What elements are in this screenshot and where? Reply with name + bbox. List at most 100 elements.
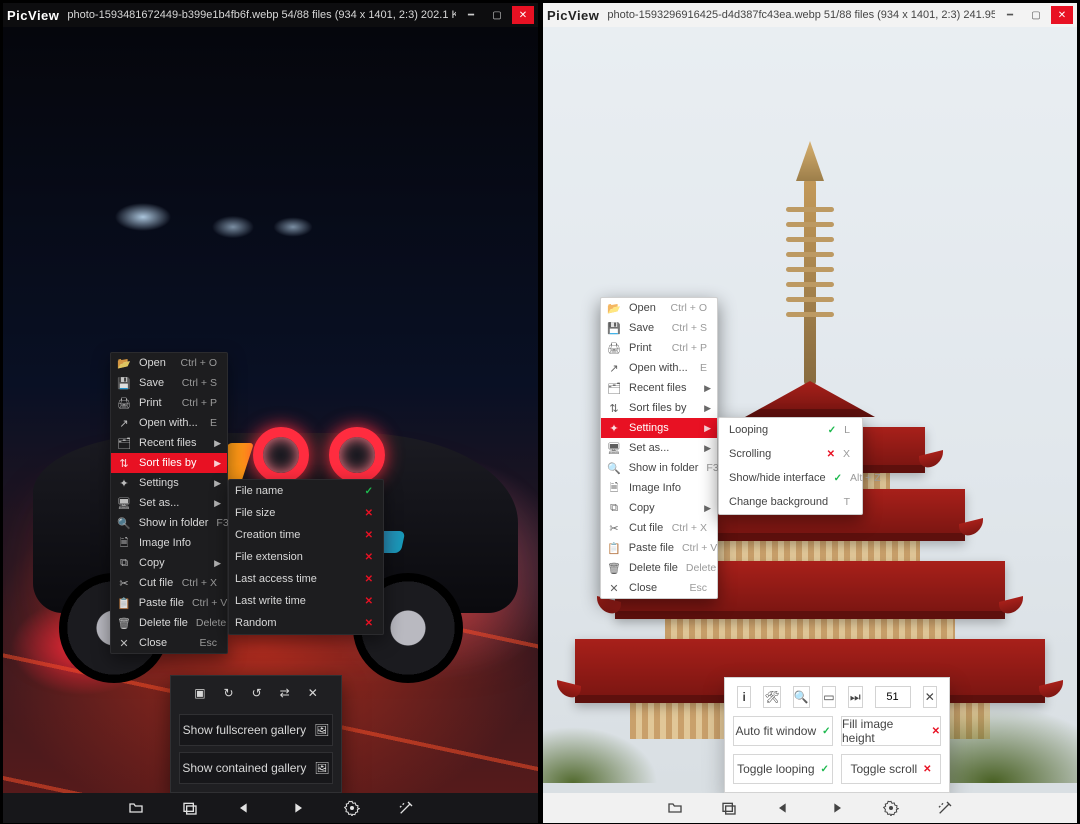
menu-item-recent-files[interactable]: 🗂Recent files▶ <box>111 433 227 453</box>
titlebar: PicView photo-1593481672449-b399e1b4fb6f… <box>3 3 538 27</box>
search-icon[interactable]: 🔍 <box>793 686 810 708</box>
submenu-item-scrolling[interactable]: Scrolling✕X <box>719 442 862 466</box>
show-contained-gallery-button[interactable]: Show contained gallery 🖼 <box>179 752 333 784</box>
submenu-item-file-extension[interactable]: File extension✕ <box>229 546 383 568</box>
goto-last-icon[interactable]: ⏭ <box>848 686 862 708</box>
close-icon: ✕ <box>607 582 621 595</box>
open-folder-button[interactable] <box>122 794 150 822</box>
menu-item-delete-file[interactable]: 🗑Delete fileDelete <box>601 558 717 578</box>
menu-item-sort-files-by[interactable]: ⇅Sort files by▶ <box>601 398 717 418</box>
submenu-item-creation-time[interactable]: Creation time✕ <box>229 524 383 546</box>
slideshow-icon[interactable]: ▭ <box>822 686 836 708</box>
prev-button[interactable] <box>230 794 258 822</box>
chevron-right-icon: ▶ <box>214 558 221 569</box>
swap-icon[interactable]: ⇄ <box>280 686 290 700</box>
fill-image-height-button[interactable]: Fill image height✕ <box>841 716 941 746</box>
menu-item-save[interactable]: 💾SaveCtrl + S <box>111 373 227 393</box>
menu-item-image-info[interactable]: 🗎Image Info <box>601 478 717 498</box>
menu-item-show-in-folder[interactable]: 🔍Show in folderF3 <box>111 513 227 533</box>
menu-item-settings[interactable]: ✦Settings▶ <box>111 473 227 493</box>
submenu-item-show-hide-interface[interactable]: Show/hide interface✓Alt + Z <box>719 466 862 490</box>
hammer-icon[interactable]: 🛠 <box>763 686 780 708</box>
toggle-looping-button[interactable]: Toggle looping✓ <box>733 754 833 784</box>
check-icon: ✓ <box>834 473 842 484</box>
menu-item-open[interactable]: 📂OpenCtrl + O <box>111 353 227 373</box>
sort-icon: ⇅ <box>117 457 131 470</box>
next-button[interactable] <box>823 794 851 822</box>
show-fullscreen-gallery-button[interactable]: Show fullscreen gallery 🖼 <box>179 714 333 746</box>
app-logo: PicView <box>7 8 59 23</box>
info-button[interactable]: i <box>737 686 751 708</box>
image-viewport[interactable]: 📂OpenCtrl + O💾SaveCtrl + S🖨PrintCtrl + P… <box>543 27 1077 823</box>
x-icon: ✕ <box>365 574 373 585</box>
chevron-right-icon: ▶ <box>214 498 221 509</box>
menu-item-delete-file[interactable]: 🗑Delete fileDelete <box>111 613 227 633</box>
page-number-input[interactable] <box>875 686 911 708</box>
minimize-button[interactable]: ━ <box>999 6 1021 24</box>
menu-item-paste-file[interactable]: 📋Paste fileCtrl + V <box>601 538 717 558</box>
showfolder-icon: 🔍 <box>117 517 131 530</box>
close-icon[interactable]: ✕ <box>923 686 937 708</box>
menu-item-open-with[interactable]: ↗Open with...E <box>111 413 227 433</box>
effects-button[interactable] <box>931 794 959 822</box>
maximize-button[interactable]: ▢ <box>1025 6 1047 24</box>
submenu-item-last-access-time[interactable]: Last access time✕ <box>229 568 383 590</box>
window-title: photo-1593481672449-b399e1b4fb6f.webp 54… <box>67 9 456 21</box>
menu-item-cut-file[interactable]: ✂Cut fileCtrl + X <box>601 518 717 538</box>
print-icon: 🖨 <box>607 342 621 355</box>
menu-item-show-in-folder[interactable]: 🔍Show in folderF3 <box>601 458 717 478</box>
menu-item-paste-file[interactable]: 📋Paste fileCtrl + V <box>111 593 227 613</box>
check-icon: ✓ <box>828 425 836 436</box>
effects-button[interactable] <box>392 794 420 822</box>
paste-icon: 📋 <box>117 597 131 610</box>
menu-item-open-with[interactable]: ↗Open with...E <box>601 358 717 378</box>
menu-item-close[interactable]: ✕CloseEsc <box>601 578 717 598</box>
menu-item-copy[interactable]: ⧉Copy▶ <box>111 553 227 573</box>
menu-item-print[interactable]: 🖨PrintCtrl + P <box>601 338 717 358</box>
openwith-icon: ↗ <box>117 417 131 430</box>
menu-item-set-as[interactable]: 🖥Set as...▶ <box>601 438 717 458</box>
menu-item-copy[interactable]: ⧉Copy▶ <box>601 498 717 518</box>
menu-item-cut-file[interactable]: ✂Cut fileCtrl + X <box>111 573 227 593</box>
undo-icon[interactable]: ↺ <box>252 686 262 700</box>
submenu-item-last-write-time[interactable]: Last write time✕ <box>229 590 383 612</box>
minimize-button[interactable]: ━ <box>460 6 482 24</box>
submenu-item-looping[interactable]: Looping✓L <box>719 418 862 442</box>
menu-item-print[interactable]: 🖨PrintCtrl + P <box>111 393 227 413</box>
x-icon: ✕ <box>365 618 373 629</box>
close-icon[interactable]: ✕ <box>308 686 318 700</box>
menu-item-sort-files-by[interactable]: ⇅Sort files by▶ <box>111 453 227 473</box>
paste-icon: 📋 <box>607 542 621 555</box>
menu-item-open[interactable]: 📂OpenCtrl + O <box>601 298 717 318</box>
close-icon: ✕ <box>117 637 131 650</box>
image-viewport[interactable]: 📂OpenCtrl + O💾SaveCtrl + S🖨PrintCtrl + P… <box>3 27 538 823</box>
menu-item-image-info[interactable]: 🗎Image Info <box>111 533 227 553</box>
submenu-item-random[interactable]: Random✕ <box>229 612 383 634</box>
gallery-button[interactable] <box>715 794 743 822</box>
prev-button[interactable] <box>769 794 797 822</box>
submenu-item-file-name[interactable]: File name✓ <box>229 480 383 502</box>
submenu-item-change-background[interactable]: Change backgroundT <box>719 490 862 514</box>
settings-button[interactable] <box>338 794 366 822</box>
close-window-button[interactable]: ✕ <box>512 6 534 24</box>
menu-item-set-as[interactable]: 🖥Set as...▶ <box>111 493 227 513</box>
settings-button[interactable] <box>877 794 905 822</box>
submenu-item-file-size[interactable]: File size✕ <box>229 502 383 524</box>
next-button[interactable] <box>284 794 312 822</box>
maximize-button[interactable]: ▢ <box>486 6 508 24</box>
close-window-button[interactable]: ✕ <box>1051 6 1073 24</box>
settings-icon: ✦ <box>117 477 131 490</box>
menu-item-recent-files[interactable]: 🗂Recent files▶ <box>601 378 717 398</box>
open-folder-button[interactable] <box>661 794 689 822</box>
gallery-button[interactable] <box>176 794 204 822</box>
focus-icon[interactable]: ▣ <box>194 686 205 700</box>
chevron-right-icon: ▶ <box>704 383 711 394</box>
menu-item-settings[interactable]: ✦Settings▶ <box>601 418 717 438</box>
auto-fit-window-button[interactable]: Auto fit window✓ <box>733 716 833 746</box>
menu-item-close[interactable]: ✕CloseEsc <box>111 633 227 653</box>
toggle-scroll-button[interactable]: Toggle scroll✕ <box>841 754 941 784</box>
redo-icon[interactable]: ↻ <box>224 686 234 700</box>
settings-icon: ✦ <box>607 422 621 435</box>
menu-item-save[interactable]: 💾SaveCtrl + S <box>601 318 717 338</box>
chevron-right-icon: ▶ <box>704 403 711 414</box>
